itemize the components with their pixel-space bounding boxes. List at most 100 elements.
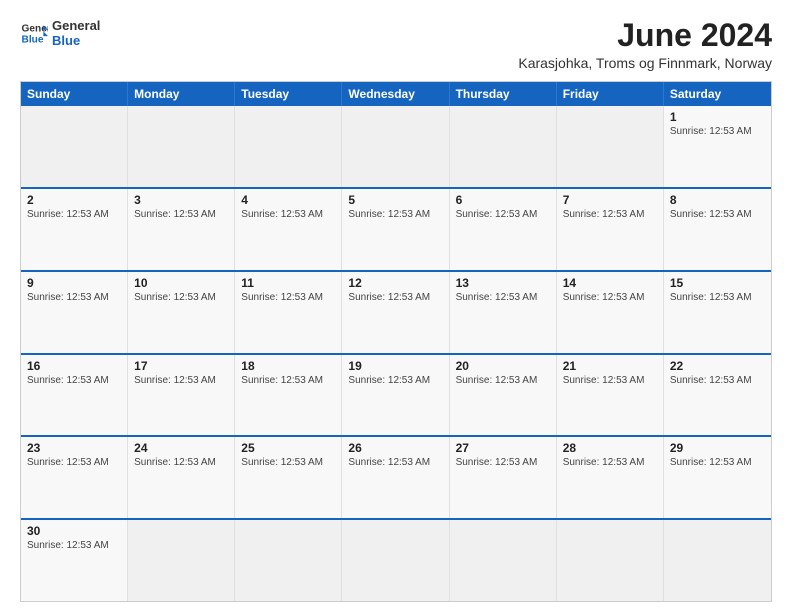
calendar-cell: 28 Sunrise: 12:53 AM [557, 437, 664, 518]
calendar-row-4: 16Sunrise: 12:53 AM17Sunrise: 12:53 AM18… [21, 353, 771, 436]
calendar-cell [664, 520, 771, 601]
calendar-cell [557, 520, 664, 601]
calendar-cell: 1 Sunrise: 12:53 AM [664, 106, 771, 187]
sunrise-text: Sunrise: 12:53 AM [670, 126, 765, 137]
sunrise-text: Sunrise: 12:53 AM [241, 375, 335, 386]
sunrise-text: Sunrise: 12:53 AM [563, 375, 657, 386]
calendar-cell: 25 Sunrise: 12:53 AM [235, 437, 342, 518]
sunrise-text: Sunrise: 12:53 AM [134, 457, 228, 468]
sunrise-text: Sunrise: 12:53 AM [241, 457, 335, 468]
calendar-cell: 6 Sunrise: 12:53 AM [450, 189, 557, 270]
header-area: General Blue General Blue June 2024 Kara… [20, 18, 772, 71]
sunrise-text: Sunrise: 12:53 AM [456, 457, 550, 468]
day-number: 13 [456, 276, 550, 290]
logo-line2: Blue [52, 33, 100, 48]
day-number: 28 [563, 441, 657, 455]
header-cell-wednesday: Wednesday [342, 82, 449, 106]
sunrise-text: Sunrise: 12:53 AM [456, 209, 550, 220]
calendar-cell [450, 520, 557, 601]
calendar-row-2: 2Sunrise: 12:53 AM3Sunrise: 12:53 AM4Sun… [21, 187, 771, 270]
page: General Blue General Blue June 2024 Kara… [0, 0, 792, 612]
day-number: 7 [563, 193, 657, 207]
day-number: 16 [27, 359, 121, 373]
day-number: 17 [134, 359, 228, 373]
svg-text:Blue: Blue [22, 34, 44, 45]
calendar-cell [342, 520, 449, 601]
sunrise-text: Sunrise: 12:53 AM [134, 209, 228, 220]
calendar-cell [235, 106, 342, 187]
calendar-cell: 21Sunrise: 12:53 AM [557, 355, 664, 436]
day-number: 23 [27, 441, 121, 455]
calendar-row-3: 9 Sunrise: 12:53 AM 10 Sunrise: 12:53 AM 11S… [21, 270, 771, 353]
sunrise-text: Sunrise: 12:53 AM [348, 375, 442, 386]
day-number: 1 [670, 110, 765, 124]
sunrise-text: Sunrise: 12:53 AM [348, 292, 442, 303]
day-number: 6 [456, 193, 550, 207]
calendar-title: June 2024 [518, 18, 772, 53]
day-number: 29 [670, 441, 765, 455]
header-cell-saturday: Saturday [664, 82, 771, 106]
calendar-cell: 16 Sunrise: 12:53 AM [21, 355, 128, 436]
calendar-cell: 20 Sunrise: 12:53 AM [450, 355, 557, 436]
calendar-row-6: 30Sunrise: 12:53 AM [21, 518, 771, 601]
calendar-cell: 3Sunrise: 12:53 AM [128, 189, 235, 270]
calendar-cell: 19 Sunrise: 12:53 AM [342, 355, 449, 436]
sunrise-text: Sunrise: 12:53 AM [456, 375, 550, 386]
calendar-cell: 30Sunrise: 12:53 AM [21, 520, 128, 601]
sunrise-text: Sunrise: 12:53 AM [134, 375, 228, 386]
sunrise-text: Sunrise: 12:53 AM [670, 457, 765, 468]
sunrise-text: Sunrise: 12:53 AM [27, 457, 121, 468]
sunrise-text: Sunrise: 12:53 AM [27, 292, 121, 303]
logo: General Blue General Blue [20, 18, 100, 48]
sunrise-text: Sunrise: 12:53 AM [563, 209, 657, 220]
day-number: 20 [456, 359, 550, 373]
calendar-cell: 24Sunrise: 12:53 AM [128, 437, 235, 518]
calendar-cell: 8Sunrise: 12:53 AM [664, 189, 771, 270]
sunrise-text: Sunrise: 12:53 AM [27, 375, 121, 386]
day-number: 19 [348, 359, 442, 373]
calendar-cell: 26Sunrise: 12:53 AM [342, 437, 449, 518]
day-number: 9 [27, 276, 121, 290]
day-number: 14 [563, 276, 657, 290]
calendar-cell: 18Sunrise: 12:53 AM [235, 355, 342, 436]
sunrise-text: Sunrise: 12:53 AM [563, 292, 657, 303]
day-number: 4 [241, 193, 335, 207]
logo-icon: General Blue [20, 19, 48, 47]
calendar-cell: 4 Sunrise: 12:53 AM [235, 189, 342, 270]
calendar-cell: 11Sunrise: 12:53 AM [235, 272, 342, 353]
calendar-cell [450, 106, 557, 187]
day-number: 30 [27, 524, 121, 538]
calendar-header: SundayMondayTuesdayWednesdayThursdayFrid… [21, 82, 771, 106]
header-cell-monday: Monday [128, 82, 235, 106]
sunrise-text: Sunrise: 12:53 AM [456, 292, 550, 303]
header-cell-friday: Friday [557, 82, 664, 106]
calendar-cell [557, 106, 664, 187]
calendar-cell: 13 Sunrise: 12:53 AM [450, 272, 557, 353]
sunrise-text: Sunrise: 12:53 AM [563, 457, 657, 468]
calendar-subtitle: Karasjohka, Troms og Finnmark, Norway [518, 55, 772, 71]
calendar-cell: 22Sunrise: 12:53 AM [664, 355, 771, 436]
day-number: 2 [27, 193, 121, 207]
calendar-cell [128, 520, 235, 601]
day-number: 5 [348, 193, 442, 207]
sunrise-text: Sunrise: 12:53 AM [348, 209, 442, 220]
calendar-cell: 23 Sunrise: 12:53 AM [21, 437, 128, 518]
calendar-cell: 12 Sunrise: 12:53 AM [342, 272, 449, 353]
calendar-body: 1Sunrise: 12:53 AM2Sunrise: 12:53 AM3Sun… [21, 106, 771, 601]
sunrise-text: Sunrise: 12:53 AM [134, 292, 228, 303]
sunrise-text: Sunrise: 12:53 AM [670, 209, 765, 220]
calendar-cell [128, 106, 235, 187]
header-cell-sunday: Sunday [21, 82, 128, 106]
calendar-row-5: 23Sunrise: 12:53 AM24Sunrise: 12:53 AM25… [21, 435, 771, 518]
sunrise-text: Sunrise: 12:53 AM [241, 209, 335, 220]
day-number: 25 [241, 441, 335, 455]
sunrise-text: Sunrise: 12:53 AM [670, 292, 765, 303]
calendar-cell [342, 106, 449, 187]
calendar-cell: 27 Sunrise: 12:53 AM [450, 437, 557, 518]
calendar-cell: 17 Sunrise: 12:53 AM [128, 355, 235, 436]
calendar: SundayMondayTuesdayWednesdayThursdayFrid… [20, 81, 772, 602]
day-number: 27 [456, 441, 550, 455]
day-number: 12 [348, 276, 442, 290]
day-number: 10 [134, 276, 228, 290]
calendar-cell [21, 106, 128, 187]
